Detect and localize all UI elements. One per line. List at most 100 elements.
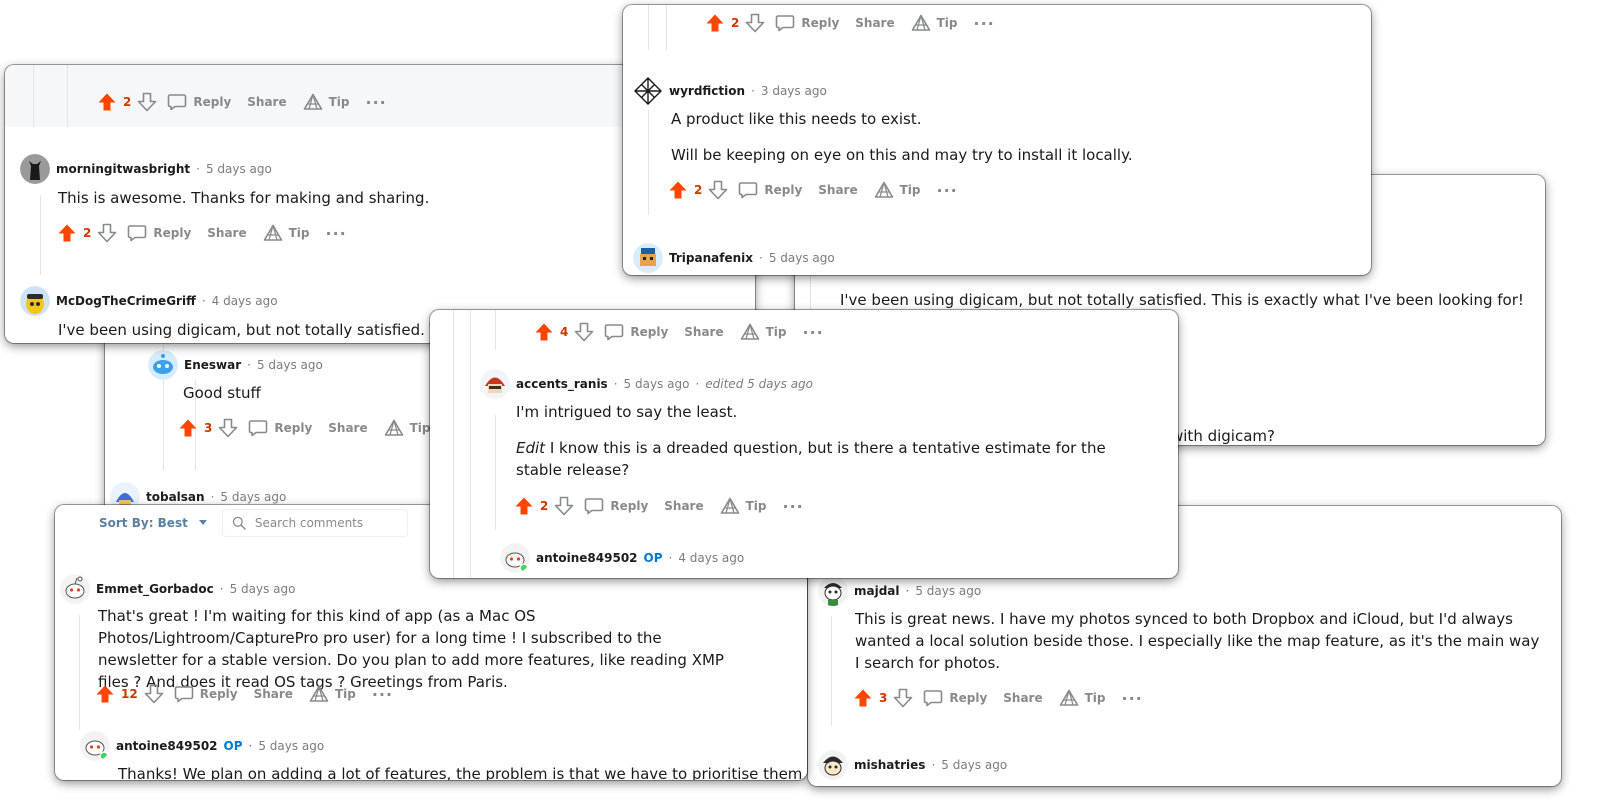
more-options-button[interactable]: ··· (937, 181, 958, 200)
downvote-icon[interactable] (144, 684, 164, 704)
share-label: Share (253, 687, 293, 701)
downvote-icon[interactable] (745, 13, 765, 33)
upvote-icon[interactable] (57, 223, 77, 243)
share-label: Share (1003, 691, 1043, 705)
comment-actions: 3 Reply Share Tip ··· (853, 686, 1143, 710)
share-button[interactable]: Share (254, 687, 293, 701)
tip-button[interactable]: Tip (303, 92, 350, 112)
downvote-icon[interactable] (97, 223, 117, 243)
search-input[interactable] (254, 516, 395, 530)
timestamp[interactable]: 4 days ago (212, 294, 278, 308)
tip-button[interactable]: Tip (911, 13, 958, 33)
username[interactable]: antoine849502 (116, 739, 218, 753)
share-button[interactable]: Share (684, 325, 723, 339)
timestamp[interactable]: 5 days ago (915, 584, 981, 598)
tip-label: Tip (899, 183, 921, 197)
upvote-icon[interactable] (178, 418, 198, 438)
reply-button[interactable]: Reply (248, 418, 312, 438)
share-button[interactable]: Share (328, 421, 367, 435)
share-button[interactable]: Share (664, 499, 703, 513)
comment-actions: 2 Reply Share Tip ··· (97, 90, 387, 114)
share-button[interactable]: Share (247, 95, 286, 109)
upvote-icon[interactable] (514, 496, 534, 516)
tip-button[interactable]: Tip (740, 322, 787, 342)
timestamp[interactable]: 4 days ago (678, 551, 744, 565)
comment-paragraph: I'm intrigued to say the least. (516, 403, 738, 421)
share-button[interactable]: Share (818, 183, 857, 197)
username[interactable]: wyrdfiction (669, 84, 745, 98)
tip-label: Tip (288, 226, 310, 240)
sort-dropdown[interactable]: Sort By: Best (99, 516, 208, 530)
tip-button[interactable]: Tip (720, 496, 767, 516)
tip-button[interactable]: Tip (309, 684, 356, 704)
username[interactable]: tobalsan (146, 490, 205, 504)
reply-label: Reply (153, 226, 192, 240)
downvote-icon[interactable] (218, 418, 238, 438)
more-options-button[interactable]: ··· (326, 224, 347, 243)
timestamp[interactable]: 5 days ago (257, 358, 323, 372)
downvote-icon[interactable] (137, 92, 157, 112)
comment-actions: 2 Reply Share Tip ··· (668, 178, 958, 202)
username[interactable]: Tripanafenix (669, 251, 753, 265)
tip-button[interactable]: Tip (384, 418, 431, 438)
upvote-icon[interactable] (668, 180, 688, 200)
timestamp[interactable]: 5 days ago (220, 490, 286, 504)
timestamp[interactable]: 5 days ago (941, 758, 1007, 772)
upvote-icon[interactable] (853, 688, 873, 708)
upvote-icon[interactable] (97, 92, 117, 112)
username[interactable]: antoine849502 (536, 551, 638, 565)
more-options-button[interactable]: ··· (1122, 689, 1143, 708)
reply-button[interactable]: Reply (775, 13, 839, 33)
search-comments-field[interactable] (221, 509, 408, 537)
comment-body: This is great news. I have my photos syn… (855, 610, 1540, 672)
share-button[interactable]: Share (855, 16, 894, 30)
timestamp[interactable]: 5 days ago (624, 377, 690, 391)
share-button[interactable]: Share (207, 226, 246, 240)
more-options-button[interactable]: ··· (783, 497, 804, 516)
upvote-icon[interactable] (705, 13, 725, 33)
upvote-icon[interactable] (534, 322, 554, 342)
downvote-icon[interactable] (893, 688, 913, 708)
reply-button[interactable]: Reply (738, 180, 802, 200)
timestamp[interactable]: 5 days ago (206, 162, 272, 176)
tip-button[interactable]: Tip (1059, 688, 1106, 708)
comment-card: 4 Reply Share Tip ··· accents_ranis · 5 … (430, 310, 1178, 578)
tip-icon (1059, 688, 1079, 708)
username[interactable]: accents_ranis (516, 377, 608, 391)
username[interactable]: Eneswar (184, 358, 241, 372)
vote-count: 2 (83, 226, 92, 240)
more-options-button[interactable]: ··· (366, 93, 387, 112)
timestamp[interactable]: 5 days ago (258, 739, 324, 753)
username[interactable]: McDogTheCrimeGriff (56, 294, 196, 308)
separator-dot: · (931, 758, 936, 772)
username[interactable]: morningitwasbright (56, 162, 190, 176)
tip-icon (911, 13, 931, 33)
username[interactable]: majdal (854, 584, 900, 598)
reply-button[interactable]: Reply (174, 684, 238, 704)
username[interactable]: mishatries (854, 758, 925, 772)
reply-button[interactable]: Reply (584, 496, 648, 516)
reply-button[interactable]: Reply (604, 322, 668, 342)
reply-button[interactable]: Reply (127, 223, 191, 243)
username[interactable]: Emmet_Gorbadoc (96, 582, 214, 596)
downvote-icon[interactable] (554, 496, 574, 516)
downvote-icon[interactable] (574, 322, 594, 342)
more-options-button[interactable]: ··· (974, 14, 995, 33)
downvote-icon[interactable] (708, 180, 728, 200)
timestamp[interactable]: 3 days ago (761, 84, 827, 98)
tip-button[interactable]: Tip (263, 223, 310, 243)
reply-button[interactable]: Reply (923, 688, 987, 708)
more-options-button[interactable]: ··· (803, 323, 824, 342)
tip-button[interactable]: Tip (874, 180, 921, 200)
timestamp[interactable]: 5 days ago (230, 582, 296, 596)
more-options-button[interactable]: ··· (372, 685, 393, 704)
tip-icon (384, 418, 404, 438)
reply-button[interactable]: Reply (167, 92, 231, 112)
timestamp[interactable]: 5 days ago (769, 251, 835, 265)
separator-dot: · (758, 251, 763, 265)
comment-header: accents_ranis · 5 days ago · edited 5 da… (480, 369, 813, 399)
chevron-down-icon (198, 520, 207, 525)
comment-actions: 3 Reply Share Tip (178, 416, 445, 440)
upvote-icon[interactable] (95, 684, 115, 704)
share-button[interactable]: Share (1003, 691, 1042, 705)
